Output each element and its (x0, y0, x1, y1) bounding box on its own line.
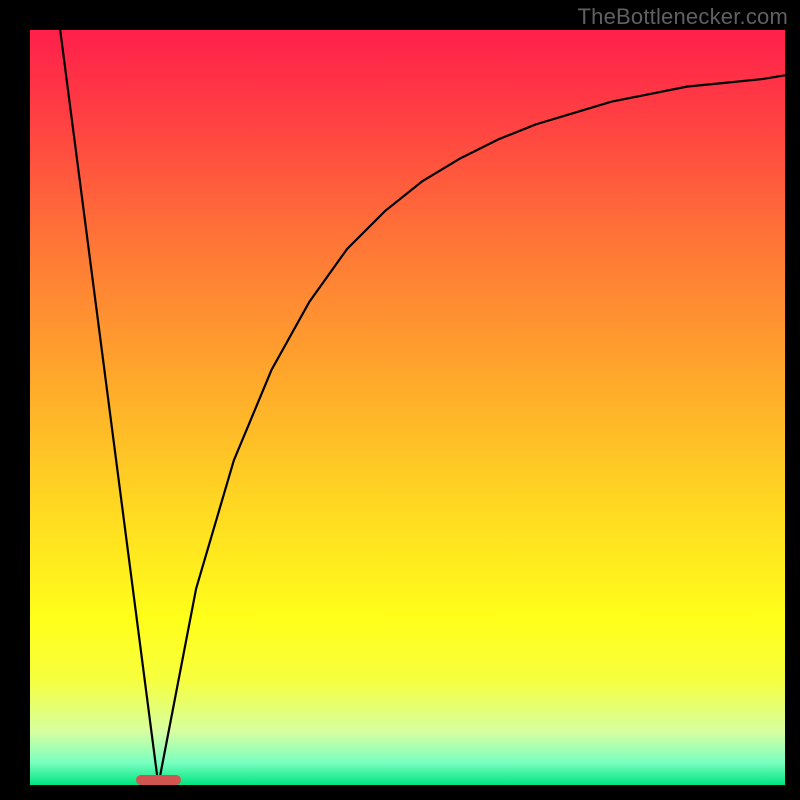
watermark-text: TheBottlenecker.com (578, 4, 788, 30)
curve-layer (30, 30, 785, 785)
chart-frame: TheBottlenecker.com (0, 0, 800, 800)
right-branch-curve (158, 75, 785, 785)
minimum-marker (136, 775, 181, 785)
plot-area (30, 30, 785, 785)
left-branch-line (60, 30, 158, 785)
